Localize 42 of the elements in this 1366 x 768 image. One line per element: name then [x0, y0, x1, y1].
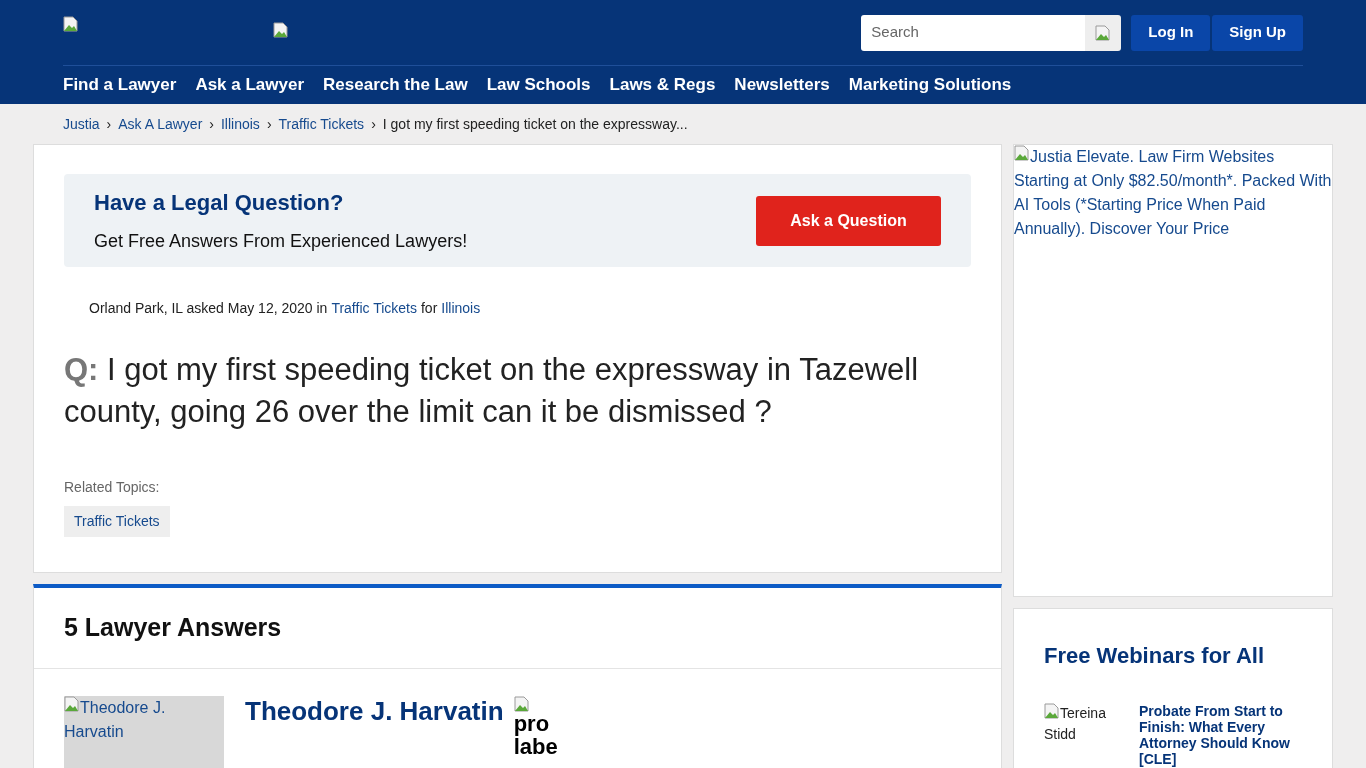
- signup-button[interactable]: Sign Up: [1212, 14, 1303, 51]
- webinar-title[interactable]: Probate From Start to Finish: What Every Attorney Should Know [CLE]: [1139, 703, 1299, 767]
- topic-link[interactable]: Traffic Tickets: [331, 298, 417, 319]
- badge-alt-text: pro labe: [513, 712, 559, 758]
- related-topics-label: Related Topics:: [64, 478, 160, 497]
- breadcrumb-separator: ›: [371, 114, 376, 134]
- nav-link[interactable]: Research the Law: [323, 72, 468, 98]
- nav-link[interactable]: Marketing Solutions: [848, 72, 1012, 98]
- breadcrumb-separator: ›: [209, 114, 214, 134]
- nav-link[interactable]: Laws & Regs: [609, 72, 716, 98]
- breadcrumb-current: I got my first speeding ticket on the expressway...: [382, 114, 688, 134]
- webinars-title: Free Webinars for All: [1044, 642, 1265, 670]
- breadcrumb-separator: ›: [266, 114, 272, 134]
- breadcrumb-link[interactable]: Justia: [63, 113, 100, 135]
- nav-link[interactable]: Newsletters: [734, 72, 830, 98]
- nav-link[interactable]: Law Schools: [486, 72, 591, 98]
- breadcrumb-link[interactable]: Traffic Tickets: [278, 113, 365, 135]
- search-field[interactable]: Search: [861, 14, 1086, 51]
- lawyer-photo: Theodore J. Harvatin: [64, 696, 224, 768]
- login-button[interactable]: Log In: [1131, 14, 1211, 51]
- breadcrumb-separator: ›: [106, 114, 112, 134]
- advertisement[interactable]: Justia Elevate. Law Firm Websites Starting at Only $82.50/month*. Packed With AI Tools (*Starting Price When Paid Annually). Discover Your Price: [1013, 144, 1333, 597]
- state-link[interactable]: Illinois: [441, 298, 481, 319]
- promo-subtitle: Get Free Answers From Experienced Lawyers!: [94, 230, 468, 253]
- broken-image-icon: [64, 696, 80, 712]
- broken-image-icon: [1014, 145, 1030, 161]
- lawyer-name[interactable]: Theodore J. Harvatin: [245, 696, 504, 726]
- answers-heading: 5 Lawyer Answers: [34, 588, 1001, 669]
- promo-title: Have a Legal Question?: [94, 189, 345, 217]
- broken-image-icon: [513, 696, 530, 712]
- broken-image-icon: [1044, 703, 1060, 719]
- search-button[interactable]: [1085, 14, 1122, 51]
- nav-link[interactable]: Find a Lawyer: [63, 72, 177, 98]
- topic-tag[interactable]: Traffic Tickets: [64, 506, 170, 537]
- ask-question-button[interactable]: Ask a Question: [756, 195, 941, 246]
- question-meta: Orland Park, IL asked May 12, 2020 in: [89, 299, 328, 318]
- question-text: Q: I got my first speeding ticket on the expressway in Tazewell county, going 26 over the limit can it be dismissed ?: [64, 351, 920, 431]
- breadcrumb-link[interactable]: Illinois: [220, 113, 260, 135]
- presenter-photo: Tereina Stidd: [1044, 703, 1107, 744]
- question-meta: for: [420, 299, 438, 318]
- nav-link[interactable]: Ask a Lawyer: [195, 72, 305, 98]
- breadcrumb-link[interactable]: Ask A Lawyer: [118, 113, 203, 135]
